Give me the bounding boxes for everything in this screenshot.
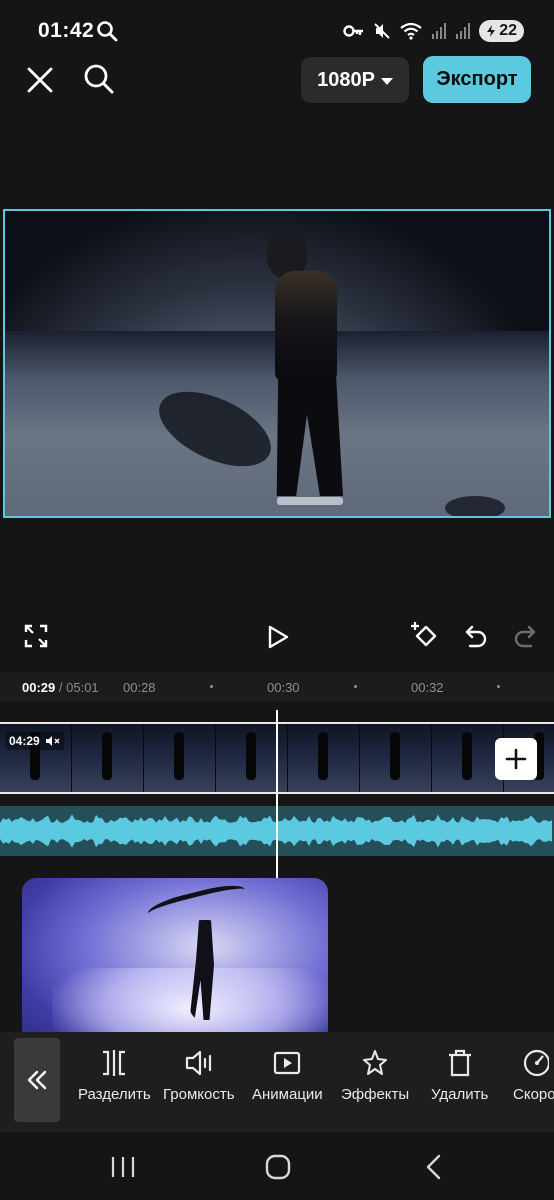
ruler-dot <box>210 685 213 688</box>
resolution-label: 1080P <box>317 68 375 91</box>
ruler-dot <box>354 685 357 688</box>
resolution-button[interactable]: 1080P <box>301 57 409 103</box>
back-icon[interactable] <box>424 1154 442 1180</box>
animation-icon <box>274 1051 301 1075</box>
battery-icon <box>487 25 496 37</box>
playhead[interactable] <box>276 710 278 878</box>
ruler-dot <box>497 685 500 688</box>
ruler-tick: 00:30 <box>267 680 300 695</box>
plus-icon <box>505 748 527 770</box>
clip-frame <box>144 724 216 792</box>
current-time: 00:29 <box>22 680 56 695</box>
recent-apps-icon[interactable] <box>110 1155 136 1179</box>
clip-frame <box>432 724 504 792</box>
preview-shadow <box>445 496 505 516</box>
ruler-tick: 00:28 <box>123 680 156 695</box>
undo-icon[interactable] <box>462 623 488 649</box>
floating-video-preview[interactable] <box>22 878 328 1049</box>
export-button[interactable]: Экспорт <box>423 56 531 103</box>
add-clip-button[interactable] <box>495 738 537 780</box>
delete-icon <box>448 1049 471 1077</box>
total-duration: 05:01 <box>66 680 99 695</box>
preview-skater <box>275 271 337 381</box>
mute-icon <box>45 736 60 746</box>
battery-indicator: 22 <box>479 20 524 42</box>
search-icon[interactable] <box>82 62 116 96</box>
chevron-down-icon <box>380 77 393 85</box>
close-icon[interactable] <box>24 64 56 96</box>
pip-skater <box>145 880 249 928</box>
status-icons: 22 <box>343 18 524 44</box>
tool-volume[interactable]: Громкость <box>163 1048 235 1112</box>
key-icon <box>343 25 364 37</box>
volume-icon <box>185 1050 211 1076</box>
tool-speed[interactable]: Скоро <box>513 1048 554 1112</box>
tool-label: Скоро <box>513 1086 554 1103</box>
split-icon <box>103 1050 126 1076</box>
search-icon <box>97 21 118 42</box>
fullscreen-icon[interactable] <box>24 624 48 648</box>
signal-icon <box>456 23 471 39</box>
keyframe-icon[interactable] <box>410 620 440 650</box>
tool-label: Удалить <box>431 1086 489 1103</box>
clip-duration: 04:29 <box>9 734 40 748</box>
double-chevron-left-icon <box>27 1070 47 1090</box>
status-time: 01:42 <box>38 19 95 42</box>
time-separator: / <box>58 680 63 695</box>
status-bar: 01:42 22 <box>0 0 554 60</box>
effects-icon <box>363 1050 388 1075</box>
video-preview[interactable] <box>3 209 551 518</box>
timecode: 00:29 / 05:01 <box>22 680 99 695</box>
clip-frame <box>360 724 432 792</box>
tool-label: Разделить <box>78 1086 151 1103</box>
mute-icon <box>374 23 390 39</box>
signal-icon <box>432 23 447 39</box>
play-icon[interactable] <box>266 625 290 649</box>
tool-label: Эффекты <box>341 1086 410 1103</box>
ruler-tick: 00:32 <box>411 680 444 695</box>
collapse-toolbar-button[interactable] <box>14 1038 60 1122</box>
tool-label: Громкость <box>163 1086 235 1103</box>
tool-delete[interactable]: Удалить <box>431 1048 488 1112</box>
clip-duration-badge: 04:29 <box>6 732 64 750</box>
tool-split[interactable]: Разделить <box>78 1048 151 1112</box>
home-icon[interactable] <box>265 1154 291 1180</box>
tool-label: Анимации <box>252 1086 323 1103</box>
clip-frame <box>72 724 144 792</box>
timeline-ruler[interactable]: 00:29 / 05:01 00:28 00:30 00:32 <box>0 672 554 702</box>
redo-icon[interactable] <box>513 623 539 649</box>
clip-frame <box>288 724 360 792</box>
tool-effects[interactable]: Эффекты <box>341 1048 409 1112</box>
tool-animations[interactable]: Анимации <box>252 1048 323 1112</box>
wifi-icon <box>400 22 422 40</box>
speed-icon <box>524 1049 550 1077</box>
preview-skate-blade <box>277 497 343 505</box>
battery-level: 22 <box>499 22 517 39</box>
